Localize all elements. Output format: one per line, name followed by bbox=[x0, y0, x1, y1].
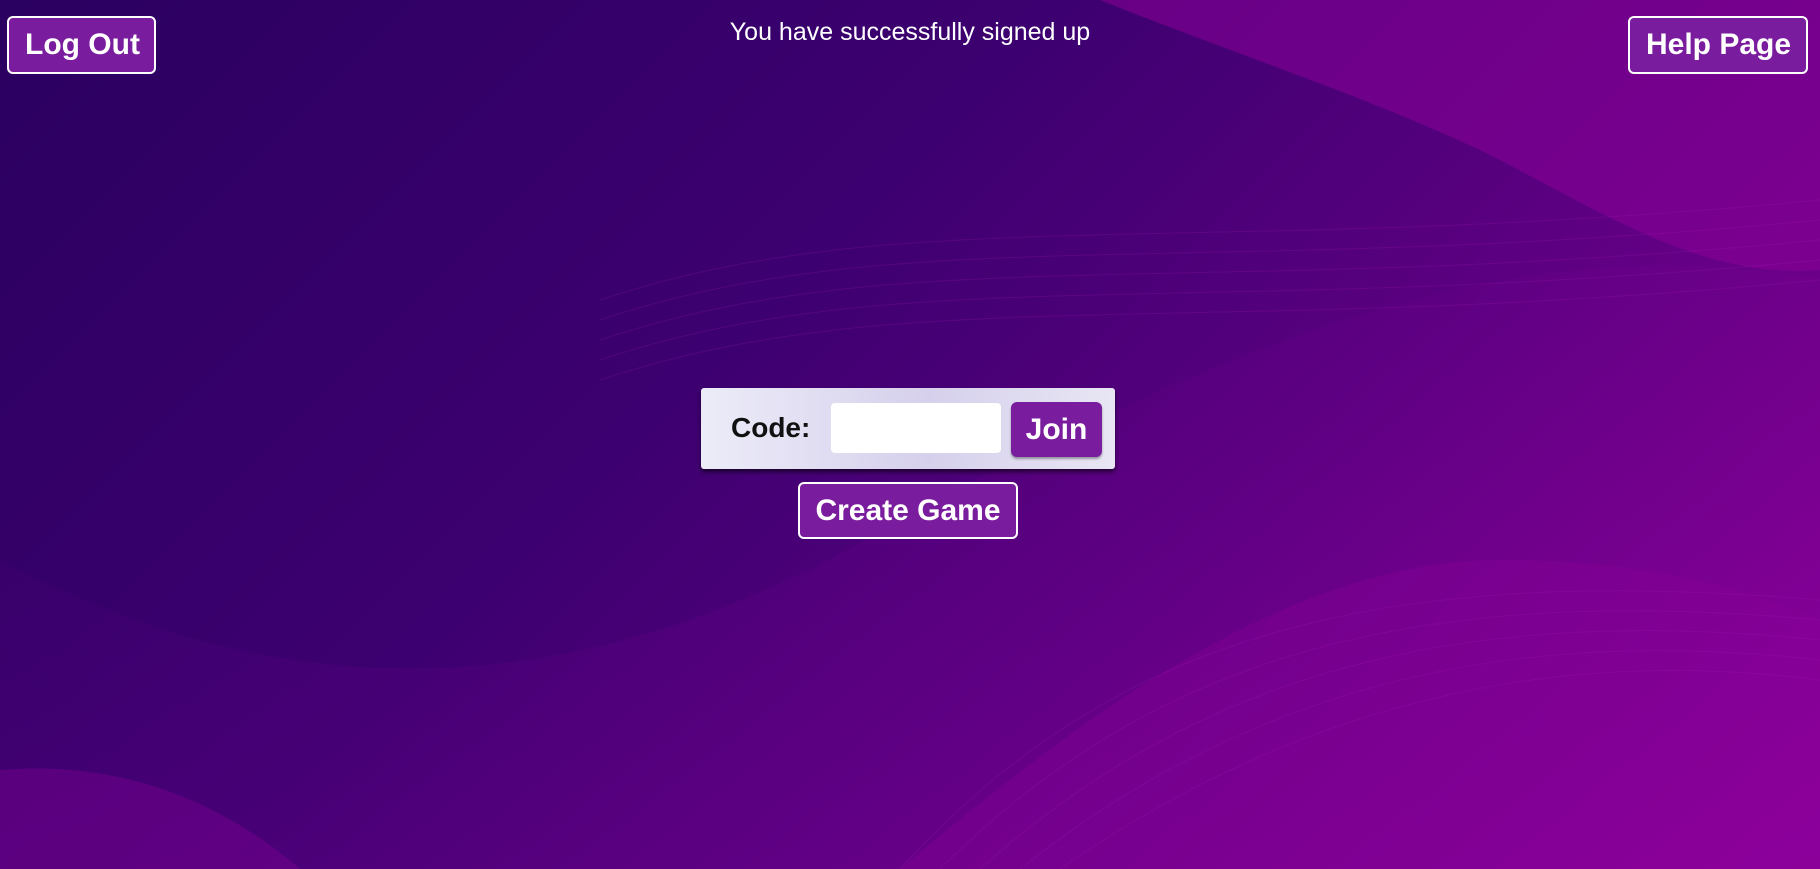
code-label: Code: bbox=[731, 412, 811, 443]
join-button[interactable]: Join bbox=[1011, 402, 1102, 457]
help-page-button[interactable]: Help Page bbox=[1628, 16, 1808, 74]
game-code-input[interactable] bbox=[831, 403, 1001, 453]
status-message: You have successfully signed up bbox=[729, 18, 1091, 46]
create-game-button[interactable]: Create Game bbox=[798, 482, 1018, 539]
join-game-panel: Code: Join bbox=[701, 388, 1115, 469]
